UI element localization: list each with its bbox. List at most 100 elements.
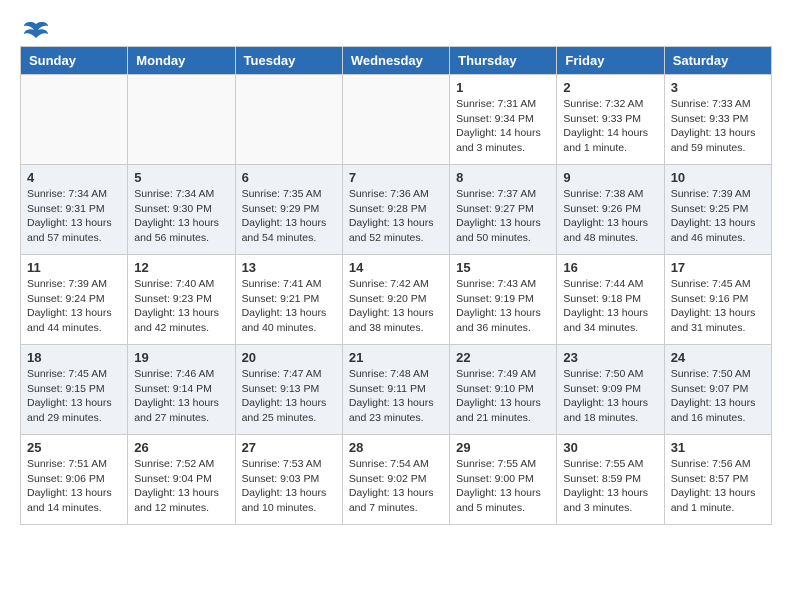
calendar-cell: 17 Sunrise: 7:45 AM Sunset: 9:16 PM Dayli… [664,255,771,345]
calendar-cell: 25 Sunrise: 7:51 AM Sunset: 9:06 PM Dayli… [21,435,128,525]
day-info: Sunrise: 7:47 AM Sunset: 9:13 PM Dayligh… [242,367,336,426]
calendar-cell [128,75,235,165]
calendar-table: SundayMondayTuesdayWednesdayThursdayFrid… [20,46,772,525]
calendar-cell: 15 Sunrise: 7:43 AM Sunset: 9:19 PM Dayli… [450,255,557,345]
calendar-cell: 9 Sunrise: 7:38 AM Sunset: 9:26 PM Daylig… [557,165,664,255]
bird-icon [22,20,50,42]
day-number: 25 [27,440,121,455]
day-info: Sunrise: 7:49 AM Sunset: 9:10 PM Dayligh… [456,367,550,426]
day-info: Sunrise: 7:33 AM Sunset: 9:33 PM Dayligh… [671,97,765,156]
day-number: 11 [27,260,121,275]
day-number: 23 [563,350,657,365]
calendar-cell [235,75,342,165]
day-info: Sunrise: 7:44 AM Sunset: 9:18 PM Dayligh… [563,277,657,336]
calendar-cell: 4 Sunrise: 7:34 AM Sunset: 9:31 PM Daylig… [21,165,128,255]
day-info: Sunrise: 7:45 AM Sunset: 9:16 PM Dayligh… [671,277,765,336]
day-info: Sunrise: 7:52 AM Sunset: 9:04 PM Dayligh… [134,457,228,516]
calendar-cell: 28 Sunrise: 7:54 AM Sunset: 9:02 PM Dayli… [342,435,449,525]
day-number: 18 [27,350,121,365]
day-info: Sunrise: 7:45 AM Sunset: 9:15 PM Dayligh… [27,367,121,426]
calendar-cell: 23Sunrise: 7:50 AM Sunset: 9:09 PM Dayli… [557,345,664,435]
day-info: Sunrise: 7:35 AM Sunset: 9:29 PM Dayligh… [242,187,336,246]
calendar-cell: 12Sunrise: 7:40 AM Sunset: 9:23 PM Dayli… [128,255,235,345]
day-number: 4 [27,170,121,185]
day-number: 7 [349,170,443,185]
calendar-cell: 24Sunrise: 7:50 AM Sunset: 9:07 PM Dayli… [664,345,771,435]
day-info: Sunrise: 7:32 AM Sunset: 9:33 PM Dayligh… [563,97,657,156]
calendar-cell: 5Sunrise: 7:34 AM Sunset: 9:30 PM Daylig… [128,165,235,255]
page-header [20,20,772,36]
day-number: 27 [242,440,336,455]
calendar-cell: 26 Sunrise: 7:52 AM Sunset: 9:04 PM Dayli… [128,435,235,525]
day-number: 20 [242,350,336,365]
day-number: 14 [349,260,443,275]
day-info: Sunrise: 7:41 AM Sunset: 9:21 PM Dayligh… [242,277,336,336]
day-number: 16 [563,260,657,275]
calendar-cell: 21Sunrise: 7:48 AM Sunset: 9:11 PM Dayli… [342,345,449,435]
day-number: 13 [242,260,336,275]
weekday-header-friday: Friday [557,47,664,75]
day-number: 5 [134,170,228,185]
day-number: 1 [456,80,550,95]
day-info: Sunrise: 7:43 AM Sunset: 9:19 PM Dayligh… [456,277,550,336]
day-info: Sunrise: 7:51 AM Sunset: 9:06 PM Dayligh… [27,457,121,516]
day-number: 29 [456,440,550,455]
calendar-cell: 1 Sunrise: 7:31 AM Sunset: 9:34 PM Daylig… [450,75,557,165]
weekday-header-sunday: Sunday [21,47,128,75]
day-number: 28 [349,440,443,455]
day-info: Sunrise: 7:54 AM Sunset: 9:02 PM Dayligh… [349,457,443,516]
day-number: 3 [671,80,765,95]
calendar-week-5: 25 Sunrise: 7:51 AM Sunset: 9:06 PM Dayli… [21,435,772,525]
weekday-header-thursday: Thursday [450,47,557,75]
day-info: Sunrise: 7:31 AM Sunset: 9:34 PM Dayligh… [456,97,550,156]
calendar-cell: 14Sunrise: 7:42 AM Sunset: 9:20 PM Dayli… [342,255,449,345]
day-number: 12 [134,260,228,275]
calendar-cell: 7 Sunrise: 7:36 AM Sunset: 9:28 PM Daylig… [342,165,449,255]
day-number: 26 [134,440,228,455]
day-number: 2 [563,80,657,95]
calendar-cell: 3 Sunrise: 7:33 AM Sunset: 9:33 PM Daylig… [664,75,771,165]
calendar-cell: 13 Sunrise: 7:41 AM Sunset: 9:21 PM Dayli… [235,255,342,345]
weekday-header-wednesday: Wednesday [342,47,449,75]
calendar-week-3: 11 Sunrise: 7:39 AM Sunset: 9:24 PM Dayli… [21,255,772,345]
day-number: 6 [242,170,336,185]
day-number: 10 [671,170,765,185]
day-info: Sunrise: 7:55 AM Sunset: 8:59 PM Dayligh… [563,457,657,516]
calendar-cell [21,75,128,165]
weekday-header-saturday: Saturday [664,47,771,75]
calendar-cell: 11 Sunrise: 7:39 AM Sunset: 9:24 PM Dayli… [21,255,128,345]
day-info: Sunrise: 7:39 AM Sunset: 9:24 PM Dayligh… [27,277,121,336]
calendar-cell [342,75,449,165]
day-number: 31 [671,440,765,455]
calendar-week-2: 4 Sunrise: 7:34 AM Sunset: 9:31 PM Daylig… [21,165,772,255]
calendar-cell: 20 Sunrise: 7:47 AM Sunset: 9:13 PM Dayli… [235,345,342,435]
calendar-cell: 30 Sunrise: 7:55 AM Sunset: 8:59 PM Dayli… [557,435,664,525]
calendar-week-1: 1 Sunrise: 7:31 AM Sunset: 9:34 PM Daylig… [21,75,772,165]
day-info: Sunrise: 7:38 AM Sunset: 9:26 PM Dayligh… [563,187,657,246]
calendar-cell: 19 Sunrise: 7:46 AM Sunset: 9:14 PM Dayli… [128,345,235,435]
day-number: 17 [671,260,765,275]
day-number: 15 [456,260,550,275]
weekday-header-monday: Monday [128,47,235,75]
day-info: Sunrise: 7:34 AM Sunset: 9:31 PM Dayligh… [27,187,121,246]
calendar-cell: 22Sunrise: 7:49 AM Sunset: 9:10 PM Dayli… [450,345,557,435]
day-info: Sunrise: 7:50 AM Sunset: 9:07 PM Dayligh… [671,367,765,426]
calendar-cell: 2 Sunrise: 7:32 AM Sunset: 9:33 PM Daylig… [557,75,664,165]
day-info: Sunrise: 7:48 AM Sunset: 9:11 PM Dayligh… [349,367,443,426]
day-number: 30 [563,440,657,455]
calendar-cell: 8 Sunrise: 7:37 AM Sunset: 9:27 PM Daylig… [450,165,557,255]
calendar-cell: 16 Sunrise: 7:44 AM Sunset: 9:18 PM Dayli… [557,255,664,345]
calendar-cell: 31Sunrise: 7:56 AM Sunset: 8:57 PM Dayli… [664,435,771,525]
day-info: Sunrise: 7:37 AM Sunset: 9:27 PM Dayligh… [456,187,550,246]
calendar-header-row: SundayMondayTuesdayWednesdayThursdayFrid… [21,47,772,75]
day-number: 9 [563,170,657,185]
day-number: 19 [134,350,228,365]
calendar-cell: 27Sunrise: 7:53 AM Sunset: 9:03 PM Dayli… [235,435,342,525]
day-number: 8 [456,170,550,185]
day-info: Sunrise: 7:46 AM Sunset: 9:14 PM Dayligh… [134,367,228,426]
weekday-header-tuesday: Tuesday [235,47,342,75]
day-info: Sunrise: 7:36 AM Sunset: 9:28 PM Dayligh… [349,187,443,246]
calendar-cell: 29Sunrise: 7:55 AM Sunset: 9:00 PM Dayli… [450,435,557,525]
day-info: Sunrise: 7:39 AM Sunset: 9:25 PM Dayligh… [671,187,765,246]
calendar-cell: 18 Sunrise: 7:45 AM Sunset: 9:15 PM Dayli… [21,345,128,435]
